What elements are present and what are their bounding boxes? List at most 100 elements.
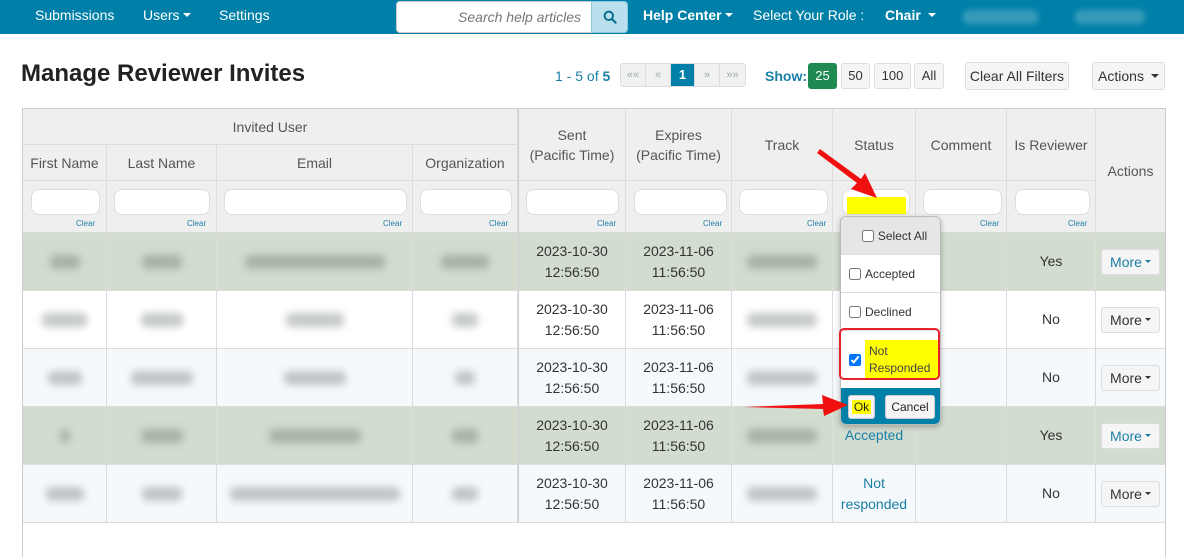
more-button[interactable]: More — [1101, 306, 1160, 333]
clear-organization-link[interactable]: Clear — [489, 219, 508, 228]
header-track[interactable]: Track — [732, 109, 833, 181]
nav-submissions[interactable]: Submissions — [35, 0, 114, 34]
declined-checkbox[interactable] — [849, 305, 861, 318]
clear-expires-link[interactable]: Clear — [703, 219, 722, 228]
more-button[interactable]: More — [1101, 248, 1160, 275]
clear-email-link[interactable]: Clear — [383, 219, 402, 228]
header-label: Organization — [425, 154, 505, 171]
status-link[interactable]: Not responded — [839, 473, 909, 515]
header-status[interactable]: Status — [833, 109, 916, 181]
more-button[interactable]: More — [1101, 364, 1160, 391]
filter-is-reviewer-input[interactable] — [1015, 189, 1090, 215]
select-all-checkbox[interactable] — [861, 229, 874, 242]
redacted-text — [42, 312, 87, 327]
cell-expires: 2023-11-06 11:56:50 — [626, 407, 732, 465]
top-navbar: Submissions Users Settings Help Center S… — [0, 0, 1184, 34]
last-page-button[interactable]: »» — [720, 64, 745, 86]
header-sent[interactable]: Sent (Pacific Time) — [518, 109, 626, 181]
prev-page-button[interactable]: « — [646, 64, 671, 86]
redacted-text — [283, 370, 346, 385]
cell-comment — [916, 465, 1007, 523]
actions-label: Actions — [1098, 68, 1144, 84]
cell-track — [732, 465, 833, 523]
show-label: Show: — [765, 68, 807, 84]
select-all-option[interactable]: Select All — [841, 217, 940, 255]
next-page-button[interactable]: » — [695, 64, 720, 86]
clear-all-filters-button[interactable]: Clear All Filters — [965, 62, 1069, 90]
table-row: 2023-10-30 12:56:50 2023-11-06 11:56:50 Yes M… — [23, 233, 1165, 291]
header-is-reviewer[interactable]: Is Reviewer — [1007, 109, 1096, 181]
show-50-button[interactable]: 50 — [841, 63, 870, 89]
clear-first-name-link[interactable]: Clear — [76, 219, 95, 228]
filter-email-input[interactable] — [224, 189, 407, 215]
filter-last-name-input[interactable] — [114, 189, 210, 215]
clear-comment-link[interactable]: Clear — [980, 219, 999, 228]
filter-track-input[interactable] — [739, 189, 828, 215]
help-search-button[interactable] — [591, 1, 628, 33]
filter-organization-input[interactable] — [420, 189, 512, 215]
filter-sent-input[interactable] — [526, 189, 619, 215]
show-100-button[interactable]: 100 — [874, 63, 911, 89]
cancel-button[interactable]: Cancel — [885, 395, 935, 419]
caret-down-icon — [1144, 376, 1151, 380]
nav-users-label: Users — [143, 7, 180, 23]
nav-users[interactable]: Users — [143, 0, 191, 34]
nav-submissions-label: Submissions — [35, 7, 115, 23]
filter-first-name-input[interactable] — [31, 189, 100, 215]
cell-organization — [413, 407, 518, 465]
show-all-button[interactable]: All — [914, 63, 944, 89]
clear-sent-link[interactable]: Clear — [597, 219, 616, 228]
account-menu-blurred[interactable] — [1075, 10, 1145, 24]
role-label: Select Your Role : — [753, 0, 864, 34]
user-menu-blurred[interactable] — [963, 10, 1038, 24]
more-button[interactable]: More — [1101, 422, 1160, 449]
sent-date: 2023-10-30 — [536, 242, 608, 259]
header-first-name[interactable]: First Name — [23, 145, 107, 181]
sent-date: 2023-10-30 — [536, 358, 608, 375]
nav-settings[interactable]: Settings — [219, 0, 270, 34]
cell-is-reviewer: No — [1007, 291, 1096, 349]
clear-is-reviewer-link[interactable]: Clear — [1068, 219, 1087, 228]
cell-sent: 2023-10-30 12:56:50 — [518, 407, 626, 465]
header-expires[interactable]: Expires (Pacific Time) — [626, 109, 732, 181]
accepted-checkbox[interactable] — [849, 267, 861, 280]
cell-email — [217, 465, 413, 523]
clear-track-link[interactable]: Clear — [807, 219, 826, 228]
header-label: Track — [764, 136, 800, 153]
status-filter-highlight[interactable] — [847, 197, 906, 214]
group-header-invited-user: Invited User — [23, 109, 518, 145]
status-link[interactable]: Accepted — [845, 425, 903, 446]
status-option-accepted[interactable]: Accepted — [841, 255, 940, 293]
help-search — [396, 1, 628, 33]
expires-date: 2023-11-06 — [643, 416, 714, 433]
header-email[interactable]: Email — [217, 145, 413, 181]
cell-first-name — [23, 349, 107, 407]
expires-date: 2023-11-06 — [643, 242, 714, 259]
cell-last-name — [107, 233, 217, 291]
help-search-input[interactable] — [396, 1, 592, 33]
redacted-text — [140, 312, 183, 327]
ok-button[interactable]: Ok — [848, 395, 875, 419]
cell-actions: More — [1096, 465, 1165, 523]
sent-time: 12:56:50 — [544, 321, 600, 338]
invites-table: Invited User First Name Last Name Email … — [22, 108, 1166, 557]
caret-down-icon — [927, 13, 936, 18]
ok-label: Ok — [851, 400, 872, 414]
header-comment[interactable]: Comment — [916, 109, 1007, 181]
header-organization[interactable]: Organization — [413, 145, 518, 181]
cell-organization — [413, 349, 518, 407]
help-center-menu[interactable]: Help Center — [643, 0, 733, 34]
header-last-name[interactable]: Last Name — [107, 145, 217, 181]
actions-button[interactable]: Actions — [1092, 62, 1165, 90]
status-option-declined[interactable]: Declined — [841, 293, 940, 331]
clear-last-name-link[interactable]: Clear — [187, 219, 206, 228]
show-25-button[interactable]: 25 — [808, 63, 837, 89]
filter-comment-input[interactable] — [923, 189, 1002, 215]
filter-expires-input[interactable] — [634, 189, 727, 215]
role-selector[interactable]: Chair — [885, 0, 936, 34]
cell-organization — [413, 233, 518, 291]
expires-time: 11:56:50 — [651, 379, 706, 396]
page-1-button[interactable]: 1 — [671, 64, 695, 86]
more-button[interactable]: More — [1101, 480, 1160, 507]
first-page-button[interactable]: «« — [621, 64, 646, 86]
